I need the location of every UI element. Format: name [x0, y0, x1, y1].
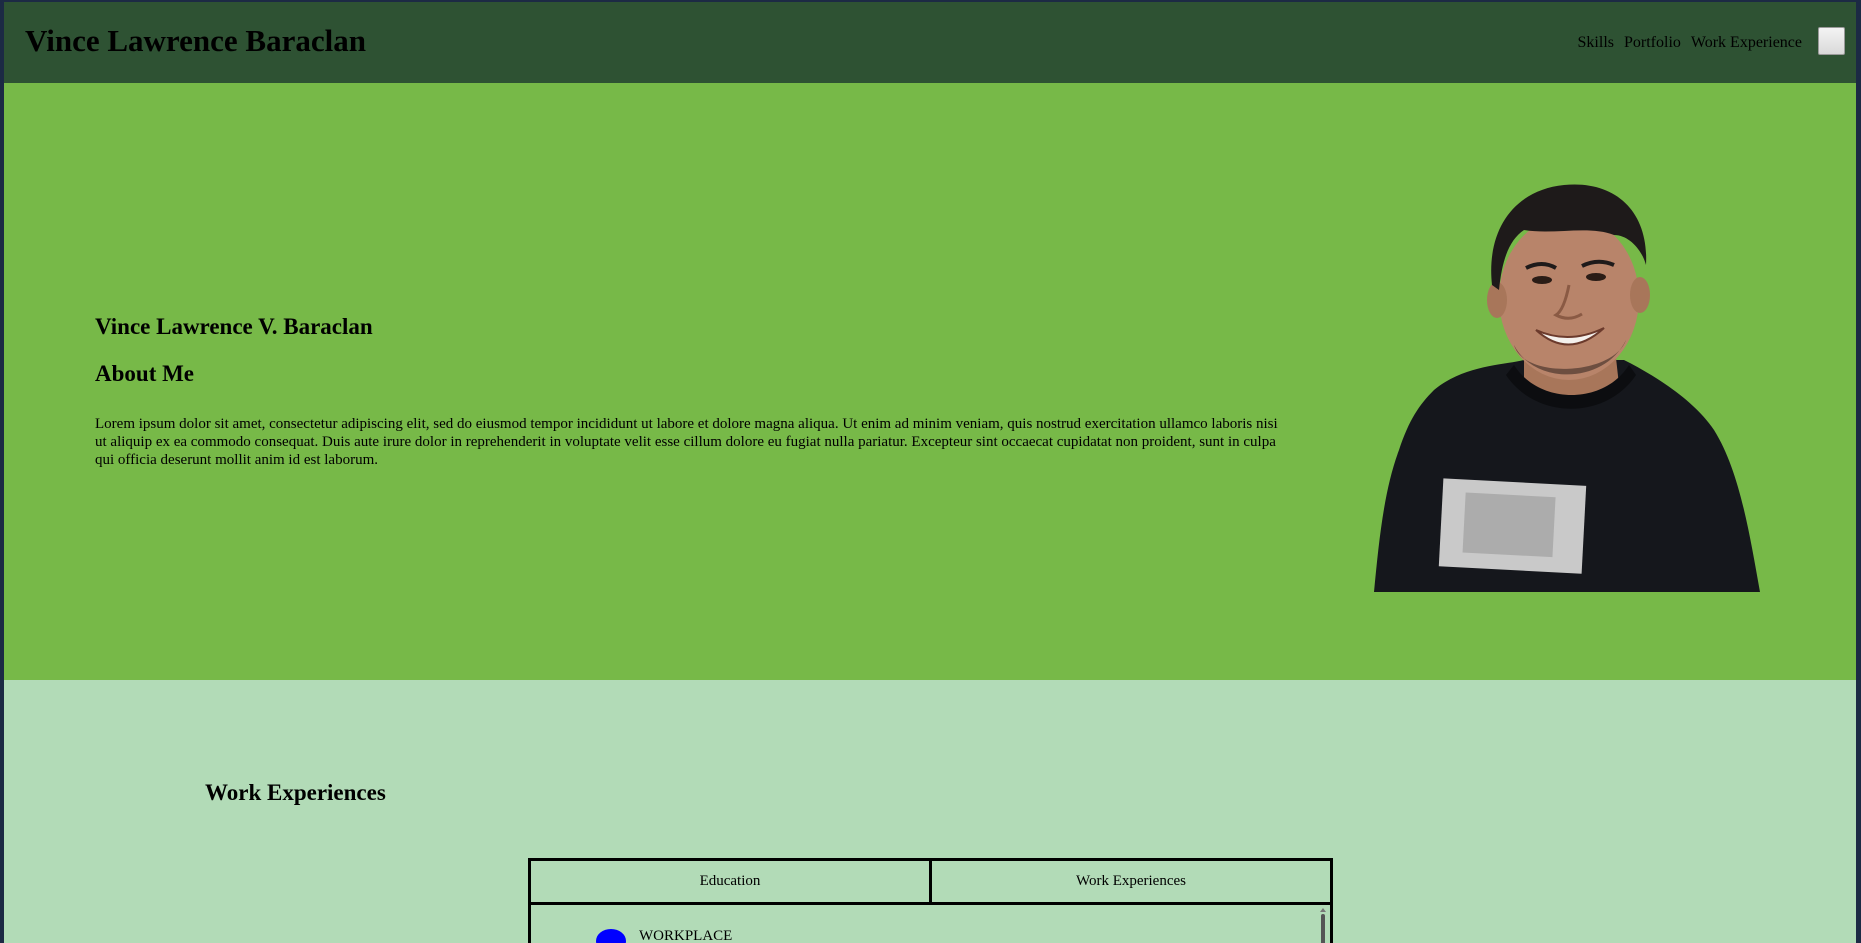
scroll-thumb[interactable] [1320, 914, 1325, 943]
brand-title[interactable]: Vince Lawrence Baraclan [25, 22, 366, 59]
tab-education[interactable]: Education [531, 861, 929, 902]
scroll-up-arrow[interactable] [1319, 908, 1326, 912]
experience-tabs: Education Work Experiences WORKPLACE [528, 858, 1333, 943]
nav-links: Skills Portfolio Work Experience [1578, 33, 1802, 52]
hero-section: Vince Lawrence V. Baraclan About Me Lore… [4, 83, 1856, 680]
tab-work-experiences[interactable]: Work Experiences [929, 861, 1330, 902]
hero-name: Vince Lawrence V. Baraclan [95, 314, 373, 339]
workplace-title: WORKPLACE [639, 928, 733, 943]
profile-photo [1374, 184, 1760, 592]
timeline-dot [596, 929, 626, 943]
nav-link-portfolio[interactable]: Portfolio [1624, 33, 1681, 52]
work-experiences-section: Work Experiences Education Work Experien… [4, 680, 1856, 943]
about-heading: About Me [95, 361, 195, 386]
menu-toggle-button[interactable] [1818, 27, 1845, 55]
panel-scrollbar[interactable] [1319, 908, 1326, 943]
tab-row: Education Work Experiences [531, 861, 1330, 905]
navbar: Vince Lawrence Baraclan Skills Portfolio… [4, 2, 1856, 83]
tab-panel: WORKPLACE [531, 905, 1330, 943]
work-experiences-heading: Work Experiences [205, 780, 386, 805]
nav-link-skills[interactable]: Skills [1578, 33, 1614, 52]
nav-link-work-experience[interactable]: Work Experience [1691, 33, 1802, 52]
about-text: Lorem ipsum dolor sit amet, consectetur … [95, 416, 1278, 468]
page-frame: Vince Lawrence Baraclan Skills Portfolio… [4, 2, 1856, 943]
portrait-face [1499, 216, 1639, 380]
